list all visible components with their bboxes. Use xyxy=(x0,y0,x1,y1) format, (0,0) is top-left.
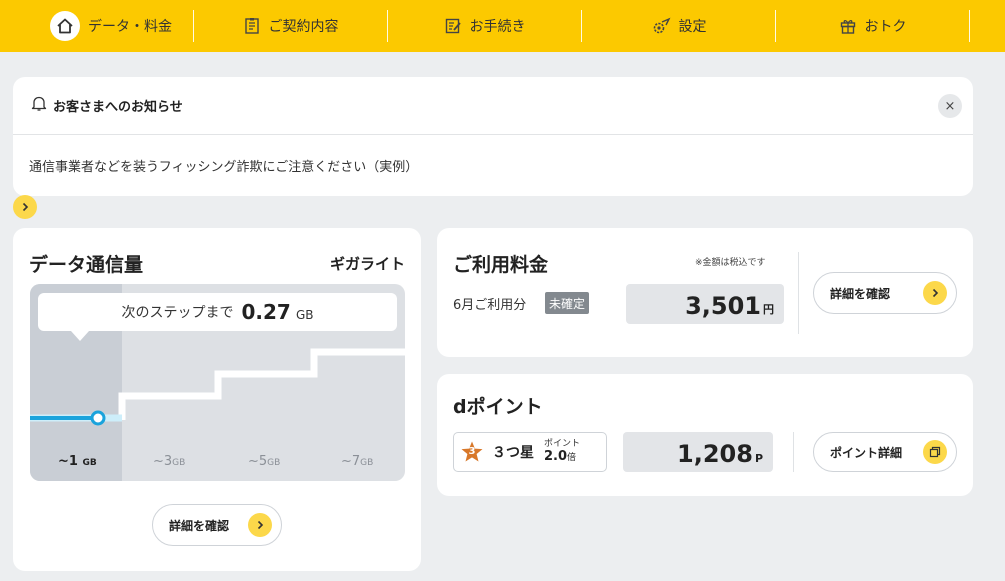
nav-divider xyxy=(969,10,970,42)
nav-item-contract[interactable]: ご契約内容 xyxy=(194,0,387,52)
nav-item-settings[interactable]: 設定 xyxy=(582,0,775,52)
data-usage-title: データ通信量 xyxy=(29,254,144,276)
chevron-right-icon xyxy=(923,281,947,305)
tick-label: ~7GB xyxy=(341,454,374,469)
divider xyxy=(798,252,799,334)
star-icon: 3 xyxy=(460,440,484,464)
nav-label: データ・料金 xyxy=(88,19,172,35)
point-multiplier: ポイント 2.0倍 xyxy=(544,439,580,464)
rank-label: ３つ星 xyxy=(492,445,534,461)
nav-item-deals[interactable]: おトク xyxy=(776,0,969,52)
tick-label: ~5GB xyxy=(248,454,281,469)
data-details-button[interactable]: 詳細を確認 xyxy=(152,504,282,546)
procedure-icon xyxy=(444,17,462,35)
chevron-right-icon xyxy=(248,513,272,537)
settings-icon xyxy=(651,17,671,35)
multiplier-unit: 倍 xyxy=(567,452,577,463)
button-label: 詳細を確認 xyxy=(830,286,891,301)
notice-link[interactable]: 通信事業者などを装うフィッシング詐欺にご注意ください（実例） xyxy=(13,135,973,195)
dpoint-title: dポイント xyxy=(453,396,543,418)
nav-label: お手続き xyxy=(469,19,526,35)
nav-label: ご契約内容 xyxy=(268,19,339,35)
notice-message: 通信事業者などを装うフィッシング詐欺にご注意ください（実例） xyxy=(29,159,419,175)
billing-month: 6月ご利用分 xyxy=(453,298,527,313)
tooltip-unit: GB xyxy=(295,308,314,322)
tick-label: ~1 GB xyxy=(58,454,97,469)
nav-label: おトク xyxy=(864,19,907,35)
tooltip-value: 0.27 xyxy=(241,300,291,324)
nav-item-data-fee[interactable]: データ・料金 xyxy=(0,0,193,52)
fee-currency: 円 xyxy=(763,303,774,316)
nav-item-procedure[interactable]: お手続き xyxy=(388,0,581,52)
tooltip-label: 次のステップまで xyxy=(121,305,234,321)
points-amount: 1,208 xyxy=(677,440,753,468)
nav-label: 設定 xyxy=(678,19,707,35)
top-nav: データ・料金 ご契約内容 お手続き 設定 おトク xyxy=(0,0,1005,52)
bell-icon xyxy=(31,95,47,116)
contract-icon xyxy=(243,17,261,35)
tick-label: ~3GB xyxy=(153,454,186,469)
next-step-tooltip: 次のステップまで 0.27 GB xyxy=(38,293,397,341)
notice-title: お客さまへのお知らせ xyxy=(53,100,183,115)
dpoint-card: dポイント 3 ３つ星 ポイント 2.0倍 1,208 P ポイント詳細 xyxy=(437,374,973,496)
notice-header: お客さまへのお知らせ xyxy=(13,77,973,135)
gift-icon xyxy=(839,17,857,35)
external-window-icon xyxy=(923,440,947,464)
point-details-button[interactable]: ポイント詳細 xyxy=(813,432,957,472)
data-usage-gauge: 次のステップまで 0.27 GB ~1 GB ~3GB ~5GB ~7GB xyxy=(30,284,405,481)
points-unit: P xyxy=(754,452,763,465)
fee-amount-box: 3,501 円 xyxy=(626,284,784,324)
multiplier-value: 2.0 xyxy=(544,448,568,464)
close-button[interactable]: × xyxy=(938,94,962,118)
notice-card: お客さまへのお知らせ × 通信事業者などを装うフィッシング詐欺にご注意ください（… xyxy=(13,77,973,219)
button-label: 詳細を確認 xyxy=(169,518,230,533)
divider xyxy=(793,432,794,472)
plan-name: ギガライト xyxy=(329,255,405,273)
fee-card: ご利用料金 ※金額は税込です 6月ご利用分 未確定 3,501 円 詳細を確認 xyxy=(437,228,973,357)
fee-details-button[interactable]: 詳細を確認 xyxy=(813,272,957,314)
usage-marker xyxy=(90,410,106,426)
chevron-right-icon[interactable] xyxy=(13,195,37,219)
rank-number: 3 xyxy=(468,446,476,457)
fee-title: ご利用料金 xyxy=(453,254,549,276)
button-label: ポイント詳細 xyxy=(830,445,903,460)
data-usage-card: データ通信量 ギガライト 次のステップまで 0.27 GB ~1 GB ~3GB… xyxy=(13,228,421,571)
home-icon xyxy=(50,11,80,41)
status-badge: 未確定 xyxy=(545,292,590,314)
points-amount-box: 1,208 P xyxy=(623,432,773,472)
tax-note: ※金額は税込です xyxy=(695,258,766,268)
rank-box: 3 ３つ星 ポイント 2.0倍 xyxy=(453,432,607,472)
fee-amount: 3,501 xyxy=(685,292,761,320)
